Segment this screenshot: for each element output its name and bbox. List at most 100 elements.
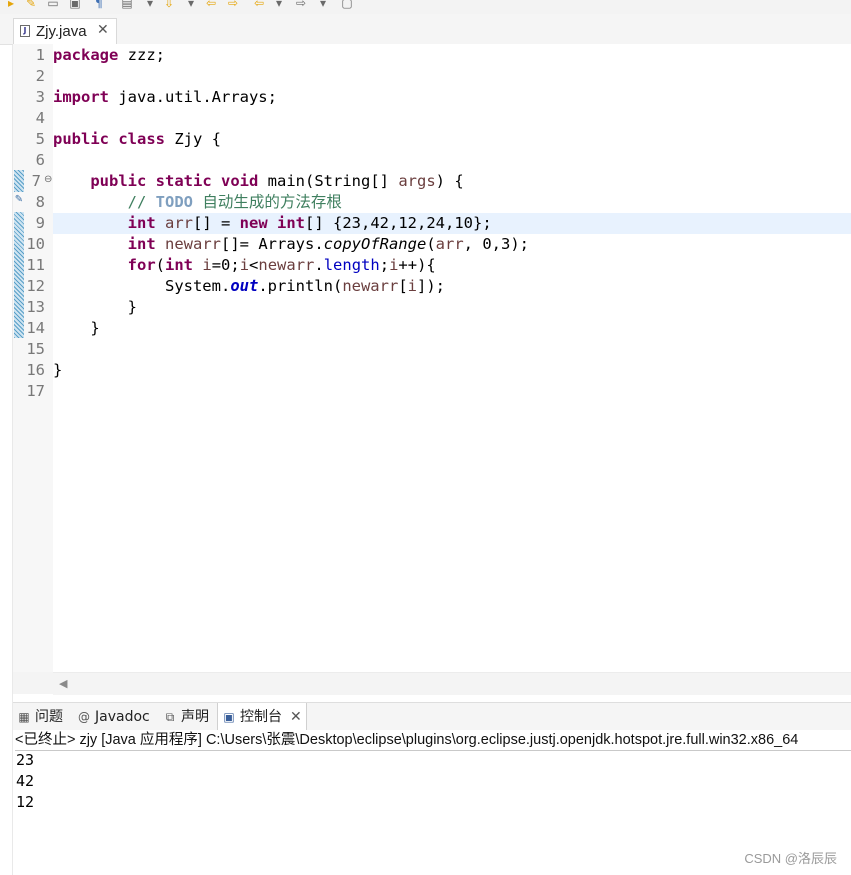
static-method: copyOfRange — [323, 235, 427, 253]
back-history-icon[interactable]: ⇦ — [252, 0, 266, 10]
keyword: int — [127, 214, 156, 232]
tab-declaration[interactable]: ⧉ 声明 — [163, 703, 209, 731]
code-text: [] {23,42,12,24,10}; — [305, 214, 492, 232]
main-toolbar: ▸ ✎ ▭ ▣ ¶ ▤ ▾ ⇩ ▾ ⇦ ⇨ ⇦ ▾ ⇨ ▾ ▢ — [0, 0, 851, 15]
panel-tabbar: ▦ 问题 @ Javadoc ⧉ 声明 ▣ 控制台 ✕ — [13, 702, 851, 732]
line-number: 2 — [35, 67, 45, 85]
next-annotation-icon[interactable]: ⇩ — [162, 0, 176, 10]
dropdown-icon[interactable]: ▾ — [143, 0, 157, 10]
code-text: ( — [155, 256, 165, 274]
code-text: main(String[] — [258, 172, 399, 190]
line-number: 11 — [26, 256, 45, 274]
code-text: [] = — [193, 214, 240, 232]
code-text: =0; — [211, 256, 240, 274]
save-icon[interactable]: ▣ — [68, 0, 82, 10]
close-icon[interactable]: ✕ — [290, 709, 302, 725]
dropdown-icon[interactable]: ▾ — [316, 0, 330, 10]
change-marker — [14, 170, 24, 192]
scroll-left-icon[interactable]: ◀ — [59, 677, 67, 690]
new-window-icon[interactable]: ▢ — [340, 0, 354, 10]
annotation-icon[interactable]: ▤ — [120, 0, 134, 10]
editor-corner — [13, 672, 53, 694]
code-text: .println( — [258, 277, 343, 295]
code-text: ( — [426, 235, 436, 253]
variable: arr — [435, 235, 464, 253]
dropdown-icon[interactable]: ▾ — [272, 0, 286, 10]
keyword: int — [277, 214, 306, 232]
declaration-icon: ⧉ — [165, 710, 175, 724]
edit-marker-icon: ✎ — [14, 194, 24, 205]
tab-label: Javadoc — [95, 709, 150, 725]
line-number: 5 — [35, 130, 45, 148]
java-file-icon: J — [20, 25, 30, 37]
line-number: 4 — [35, 109, 45, 127]
collapse-icon[interactable]: ⊖ — [44, 174, 52, 185]
field: length — [323, 256, 380, 274]
static-field: out — [230, 277, 259, 295]
code-line: public static void main(String[] args) { — [53, 171, 851, 192]
paragraph-icon[interactable]: ¶ — [92, 0, 106, 10]
keyword: static — [155, 172, 212, 190]
variable: newarr — [165, 235, 221, 253]
keyword: int — [165, 256, 193, 274]
code-line: import java.util.Arrays; — [53, 87, 851, 108]
line-number: 6 — [35, 151, 45, 169]
forward-icon[interactable]: ⇨ — [226, 0, 240, 10]
todo-tag: TODO — [155, 193, 193, 211]
run-icon[interactable]: ▸ — [4, 0, 18, 10]
code-text: ++){ — [398, 256, 436, 274]
code-text: ; — [379, 256, 390, 274]
keyword: public — [53, 130, 109, 148]
keyword: import — [53, 88, 109, 106]
code-editor[interactable]: package zzz; import java.util.Arrays; pu… — [53, 44, 851, 672]
variable: i — [389, 256, 399, 274]
console-icon: ▣ — [223, 710, 235, 724]
watermark: CSDN @洛辰辰 — [744, 851, 837, 866]
line-number: 8 — [35, 193, 45, 211]
horizontal-scrollbar[interactable]: ◀ — [53, 672, 851, 695]
code-line: public class Zjy { — [53, 129, 851, 150]
back-icon[interactable]: ⇦ — [204, 0, 218, 10]
line-number: 13 — [26, 298, 45, 316]
variable: i — [407, 277, 417, 295]
tab-label: 问题 — [35, 709, 63, 725]
tab-problems[interactable]: ▦ 问题 — [17, 703, 63, 731]
variable: arr — [165, 214, 193, 232]
keyword: new — [239, 214, 268, 232]
keyword: int — [127, 235, 156, 253]
code-line: int newarr[]= Arrays.copyOfRange(arr, 0,… — [53, 234, 851, 255]
code-text: ]); — [417, 277, 445, 295]
edit-icon[interactable]: ✎ — [24, 0, 38, 10]
editor-tabbar: J Zjy.java ✕ — [0, 14, 851, 45]
line-number: 7 — [31, 172, 41, 190]
console-view[interactable]: <已终止> zjy [Java 应用程序] C:\Users\张震\Deskto… — [13, 730, 851, 875]
line-number: 14 — [26, 319, 45, 337]
line-number: 15 — [26, 340, 45, 358]
code-line: for(int i=0;i<newarr.length;i++){ — [53, 255, 851, 276]
line-number: 12 — [26, 277, 45, 295]
variable: newarr — [342, 277, 399, 295]
close-icon[interactable]: ✕ — [97, 22, 109, 38]
line-number: 10 — [26, 235, 45, 253]
console-output-line: 42 — [16, 772, 35, 790]
code-line: } — [53, 318, 851, 339]
line-number: 1 — [35, 46, 45, 64]
line-numbers: 1 2 3 4 5 6 7 8 9 10 11 12 13 14 15 16 1… — [25, 44, 53, 672]
console-header: <已终止> zjy [Java 应用程序] C:\Users\张震\Deskto… — [15, 730, 851, 751]
variable: newarr — [258, 256, 315, 274]
tab-label: 控制台 — [240, 709, 282, 725]
code-text: } — [53, 361, 63, 379]
console-output-line: 23 — [16, 751, 35, 769]
javadoc-icon: @ — [78, 710, 90, 724]
variable: args — [398, 172, 436, 190]
code-text: , 0,3); — [463, 235, 529, 253]
code-text: System. — [164, 277, 231, 295]
forward-history-icon[interactable]: ⇨ — [294, 0, 308, 10]
tab-console[interactable]: ▣ 控制台 ✕ — [217, 703, 307, 731]
tab-javadoc[interactable]: @ Javadoc — [77, 703, 150, 731]
overview-gutter: ✎ — [13, 44, 25, 672]
tab-zjy-java[interactable]: J Zjy.java ✕ — [13, 18, 117, 44]
code-text: } — [127, 298, 137, 316]
file-icon-tool[interactable]: ▭ — [46, 0, 60, 10]
dropdown-icon[interactable]: ▾ — [184, 0, 198, 10]
